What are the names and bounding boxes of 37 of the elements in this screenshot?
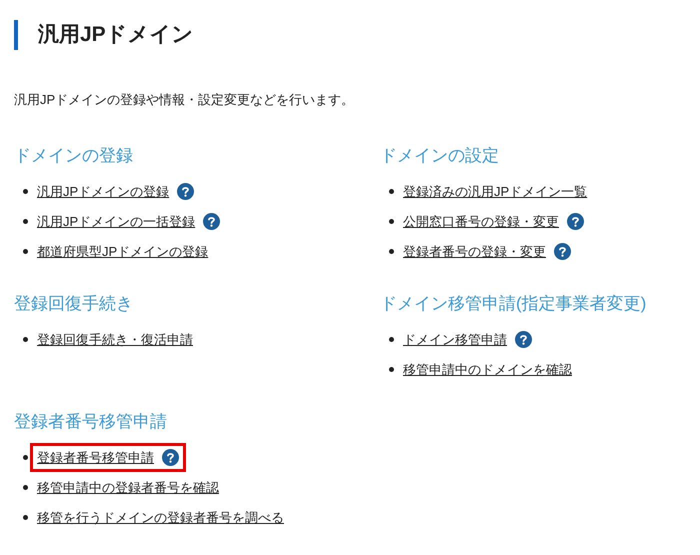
link[interactable]: 登録回復手続き・復活申請 bbox=[37, 330, 193, 350]
help-icon[interactable] bbox=[554, 243, 571, 260]
link[interactable]: 移管申請中のドメインを確認 bbox=[403, 360, 572, 380]
bullet bbox=[23, 337, 28, 342]
link[interactable]: 都道府県型JPドメインの登録 bbox=[37, 242, 208, 262]
link[interactable]: 公開窓口番号の登録・変更 bbox=[403, 212, 559, 232]
bullet bbox=[389, 367, 394, 372]
intro-text: 汎用JPドメインの登録や情報・設定変更などを行います。 bbox=[14, 91, 356, 109]
section-heading: ドメインの登録 bbox=[14, 144, 134, 166]
link[interactable]: 汎用JPドメインの一括登録 bbox=[37, 212, 196, 232]
bullet bbox=[23, 189, 28, 194]
link[interactable]: 登録者番号の登録・変更 bbox=[403, 242, 546, 262]
help-icon[interactable] bbox=[177, 183, 194, 200]
link[interactable]: 登録済みの汎用JPドメイン一覧 bbox=[403, 182, 588, 202]
bullet bbox=[389, 249, 394, 254]
bullet bbox=[23, 219, 28, 224]
section-heading: ドメインの設定 bbox=[380, 144, 500, 166]
link[interactable]: 移管を行うドメインの登録者番号を調べる bbox=[37, 508, 284, 528]
bullet bbox=[23, 249, 28, 254]
bullet bbox=[23, 485, 28, 490]
help-icon[interactable] bbox=[162, 449, 179, 466]
bullet bbox=[389, 219, 394, 224]
section-heading: ドメイン移管申請(指定事業者変更) bbox=[380, 292, 648, 314]
link[interactable]: ドメイン移管申請 bbox=[403, 330, 507, 350]
bullet bbox=[389, 337, 394, 342]
bullet bbox=[389, 189, 394, 194]
bullet bbox=[23, 515, 28, 520]
link[interactable]: 登録者番号移管申請 bbox=[37, 448, 154, 468]
bullet bbox=[23, 455, 28, 460]
page-title: 汎用JPドメイン bbox=[38, 22, 194, 48]
link[interactable]: 移管申請中の登録者番号を確認 bbox=[37, 478, 219, 498]
help-icon[interactable] bbox=[515, 331, 532, 348]
section-heading: 登録者番号移管申請 bbox=[14, 410, 168, 432]
help-icon[interactable] bbox=[567, 213, 584, 230]
section-heading: 登録回復手続き bbox=[14, 292, 134, 314]
help-icon[interactable] bbox=[203, 213, 220, 230]
link[interactable]: 汎用JPドメインの登録 bbox=[37, 182, 170, 202]
